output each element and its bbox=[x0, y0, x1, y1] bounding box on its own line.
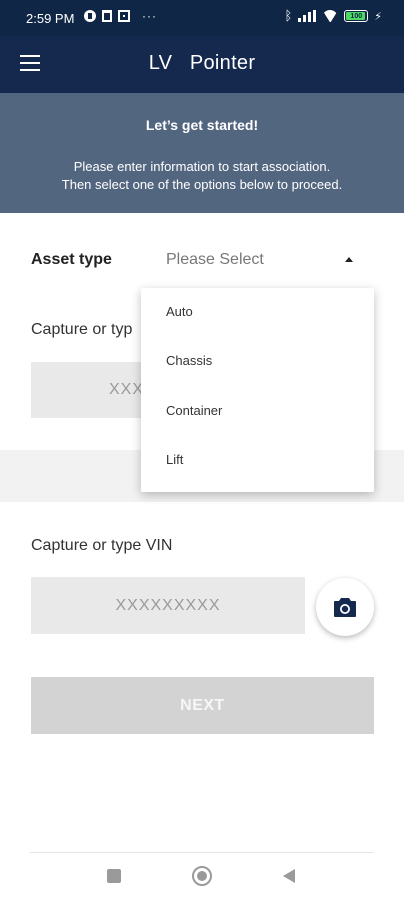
notification-app-icon bbox=[84, 10, 96, 22]
capture-label-partial: Capture or typ bbox=[31, 321, 133, 338]
battery-level: 100 bbox=[350, 12, 363, 20]
dropdown-option-lift[interactable]: Lift bbox=[166, 452, 183, 467]
bluetooth-icon: ᛒ bbox=[284, 8, 293, 23]
battery-icon: 100 bbox=[344, 10, 369, 22]
vin-placeholder: XXXXXXXXX bbox=[115, 597, 221, 614]
capture-input-partial-value: XXX bbox=[109, 381, 145, 398]
status-notification-icons: ··· bbox=[84, 9, 157, 23]
asset-type-label: Asset type bbox=[31, 251, 112, 268]
intro-line-2: Then select one of the options below to … bbox=[61, 177, 343, 192]
wifi-icon bbox=[322, 10, 338, 22]
app-title: LV Pointer bbox=[148, 52, 256, 74]
more-notifications: ··· bbox=[142, 9, 157, 23]
intro-banner: Let’s get started! Please enter informat… bbox=[0, 93, 404, 213]
asset-type-select[interactable]: Please Select bbox=[166, 251, 264, 269]
app-bar: LV Pointer bbox=[0, 36, 404, 93]
caret-up-icon[interactable] bbox=[345, 257, 353, 262]
home-icon[interactable] bbox=[192, 866, 212, 886]
recent-apps-icon[interactable] bbox=[107, 869, 121, 883]
asset-type-dropdown: Auto Chassis Container Lift bbox=[141, 288, 374, 492]
vin-label: Capture or type VIN bbox=[31, 537, 173, 554]
nav-divider bbox=[30, 852, 374, 853]
signal-icon bbox=[298, 10, 317, 22]
back-icon[interactable] bbox=[283, 869, 295, 883]
status-time: 2:59 PM bbox=[26, 11, 75, 26]
intro-line-1: Please enter information to start associ… bbox=[73, 159, 331, 174]
dropdown-option-container[interactable]: Container bbox=[166, 403, 222, 418]
dropdown-option-auto[interactable]: Auto bbox=[166, 304, 193, 319]
intro-title: Let’s get started! bbox=[145, 117, 259, 133]
trash-icon bbox=[102, 10, 112, 22]
charging-icon: ⚡ bbox=[374, 10, 382, 23]
dropdown-option-chassis[interactable]: Chassis bbox=[166, 353, 212, 368]
qr-icon bbox=[118, 10, 130, 22]
next-button[interactable]: NEXT bbox=[31, 677, 374, 734]
vin-input[interactable]: XXXXXXXXX bbox=[31, 577, 305, 634]
status-system-icons: ᛒ 100 ⚡ bbox=[284, 9, 382, 23]
status-bar: 2:59 PM ··· ᛒ 100 ⚡ bbox=[0, 0, 404, 36]
camera-icon bbox=[334, 598, 356, 617]
camera-button[interactable] bbox=[316, 578, 374, 636]
